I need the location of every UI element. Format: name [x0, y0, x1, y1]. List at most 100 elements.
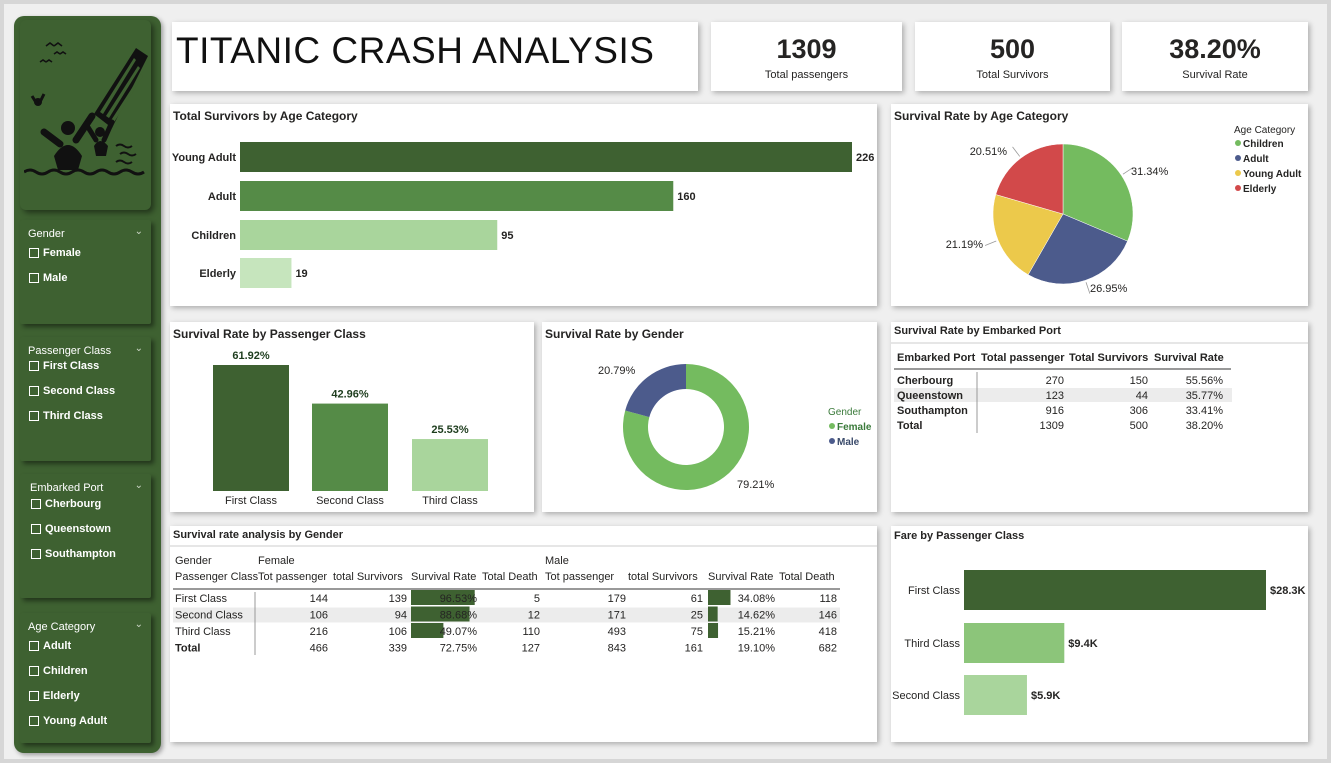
column-header[interactable]: Embarked Port: [897, 352, 976, 364]
checkbox[interactable]: [29, 386, 39, 396]
table-cell: 94: [395, 610, 407, 622]
embarked-port-slicer: Embarked Port ⌄ Cherbourg Queenstown Sou…: [20, 474, 151, 598]
page-title: TITANIC CRASH ANALYSIS: [176, 30, 655, 71]
bar[interactable]: [964, 623, 1065, 663]
column-header[interactable]: Tot passenger: [258, 571, 327, 583]
table-cell: 150: [1130, 375, 1148, 387]
table-cell: 5: [534, 593, 540, 605]
checkbox[interactable]: [31, 499, 41, 509]
checkbox[interactable]: [29, 248, 39, 258]
slicer-item-second-class[interactable]: Second Class: [29, 385, 115, 397]
category-label: Young Adult: [172, 152, 236, 164]
column-header[interactable]: Tot passenger: [545, 571, 614, 583]
column-header[interactable]: Total Death: [779, 571, 835, 583]
bar[interactable]: [213, 365, 289, 491]
table-cell: 106: [389, 626, 407, 638]
table-cell: 843: [608, 643, 626, 655]
table-cell: 216: [310, 626, 328, 638]
category-label: Third Class: [422, 495, 478, 507]
slicer-item-female[interactable]: Female: [29, 247, 81, 259]
checkbox[interactable]: [29, 273, 39, 283]
table-cell: 75: [691, 626, 703, 638]
bar[interactable]: [240, 220, 498, 250]
legend-marker: [1235, 155, 1241, 161]
slicer-item-first-class[interactable]: First Class: [29, 360, 99, 372]
data-label: $9.4K: [1068, 638, 1097, 650]
legend-label[interactable]: Male: [837, 437, 860, 448]
embarked-port-table: Embarked Port Total passenger Total Surviv…: [891, 342, 1308, 433]
data-label: 19: [295, 268, 307, 280]
column-header[interactable]: Total Survivors: [1069, 352, 1148, 364]
slicer-item-queenstown[interactable]: Queenstown: [31, 523, 111, 535]
checkbox[interactable]: [29, 411, 39, 421]
bar[interactable]: [240, 258, 292, 288]
slicer-item-adult[interactable]: Adult: [29, 640, 71, 652]
table-cell: 33.41%: [1186, 405, 1224, 417]
kpi-value: 1309: [776, 34, 837, 64]
table-cell: Cherbourg: [897, 375, 953, 387]
legend-marker: [1235, 185, 1241, 191]
bar[interactable]: [312, 403, 388, 491]
category-label: Third Class: [904, 638, 960, 650]
table-cell: 270: [1046, 375, 1064, 387]
column-header[interactable]: total Survivors: [333, 571, 403, 583]
bar[interactable]: [412, 439, 488, 491]
chevron-down-icon[interactable]: ⌄: [135, 226, 143, 237]
column-header[interactable]: Survival Rate: [411, 571, 476, 583]
category-label: Second Class: [892, 690, 960, 702]
bar[interactable]: [964, 675, 1027, 715]
legend-label[interactable]: Elderly: [1243, 184, 1277, 195]
kpi-label: Survival Rate: [1182, 69, 1248, 81]
chevron-down-icon[interactable]: ⌄: [135, 343, 143, 354]
group-header[interactable]: Male: [545, 555, 569, 567]
leader-line: [1012, 146, 1021, 157]
row-label[interactable]: Third Class: [175, 626, 231, 638]
kpi-survival-rate: 38.20% Survival Rate: [1122, 22, 1308, 91]
bar[interactable]: [240, 142, 852, 172]
checkbox[interactable]: [29, 666, 39, 676]
data-bar: [708, 590, 731, 605]
survival-rate-by-class-chart: 61.92% First Class 42.96% Second Class 25.53…: [213, 350, 488, 507]
slicer-item-young-adult[interactable]: Young Adult: [29, 715, 107, 727]
checkbox[interactable]: [29, 361, 39, 371]
column-header[interactable]: Total Death: [482, 571, 538, 583]
legend-label[interactable]: Female: [837, 422, 872, 433]
table-cell: 306: [1130, 405, 1148, 417]
legend-label[interactable]: Young Adult: [1243, 169, 1302, 180]
table-cell: 25: [691, 610, 703, 622]
chevron-down-icon[interactable]: ⌄: [135, 619, 143, 630]
legend-label[interactable]: Adult: [1243, 154, 1269, 165]
column-header[interactable]: Survival Rate: [1154, 352, 1224, 364]
table-cell: 500: [1130, 420, 1148, 432]
checkbox[interactable]: [29, 716, 39, 726]
slicer-item-third-class[interactable]: Third Class: [29, 410, 103, 422]
category-label: Children: [191, 230, 236, 242]
column-header[interactable]: Total passenger: [981, 352, 1065, 364]
column-header[interactable]: Survival Rate: [708, 571, 773, 583]
column-header[interactable]: total Survivors: [628, 571, 698, 583]
bar[interactable]: [240, 181, 674, 211]
slicer-item-children[interactable]: Children: [29, 665, 88, 677]
legend-label[interactable]: Children: [1243, 139, 1284, 150]
checkbox[interactable]: [31, 524, 41, 534]
slicer-item-elderly[interactable]: Elderly: [29, 690, 80, 702]
row-label[interactable]: Total: [175, 643, 200, 655]
checkbox[interactable]: [29, 641, 39, 651]
bar[interactable]: [964, 570, 1266, 610]
data-label: 31.34%: [1131, 166, 1169, 178]
group-header[interactable]: Female: [258, 555, 295, 567]
checkbox[interactable]: [31, 549, 41, 559]
checkbox[interactable]: [29, 691, 39, 701]
survival-rate-by-gender-card: Survival Rate by Gender 79.21% 20.79% Gend…: [542, 322, 877, 512]
chevron-down-icon[interactable]: ⌄: [135, 480, 143, 491]
filter-sidebar: Gender ⌄ Female Male Passenger Class ⌄ F…: [14, 16, 161, 753]
row-label[interactable]: Second Class: [175, 610, 243, 622]
row-label[interactable]: First Class: [175, 593, 227, 605]
table-cell: Southampton: [897, 405, 968, 417]
fare-by-class-card: Fare by Passenger Class First Class $28.3…: [891, 526, 1308, 742]
legend-title: Age Category: [1234, 125, 1295, 136]
slicer-item-male[interactable]: Male: [29, 272, 67, 284]
slicer-item-cherbourg[interactable]: Cherbourg: [31, 498, 101, 510]
table-cell: 161: [685, 643, 703, 655]
slicer-item-southampton[interactable]: Southampton: [31, 548, 116, 560]
